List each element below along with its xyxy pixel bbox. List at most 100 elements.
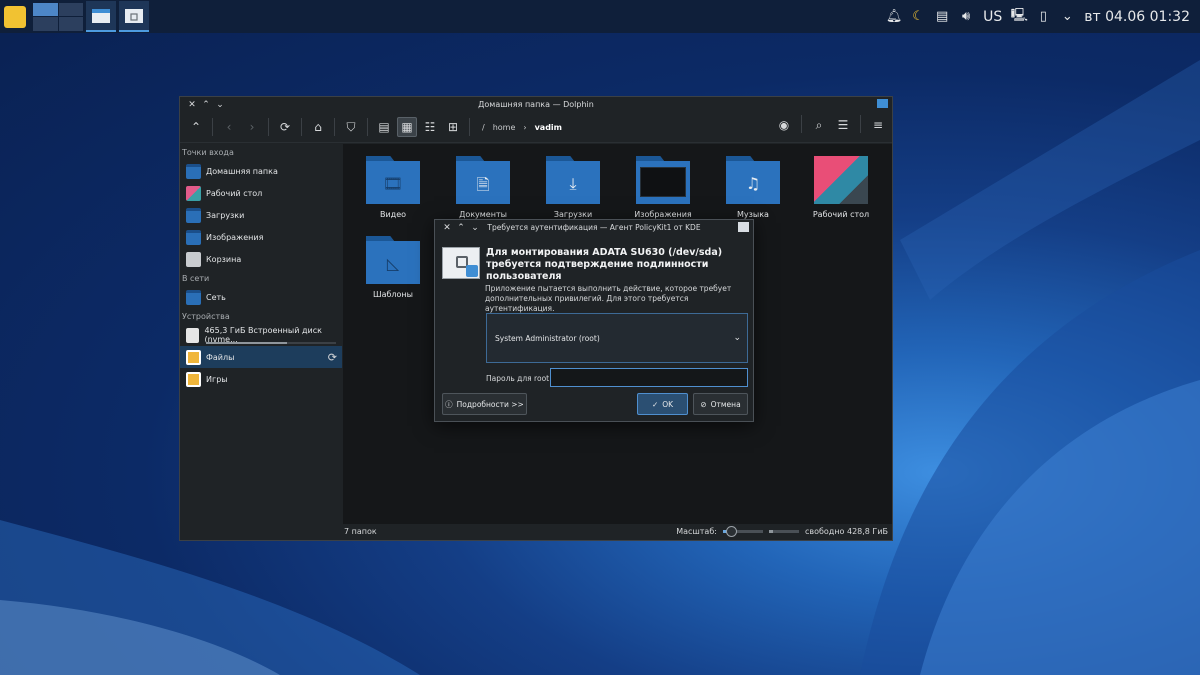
- info-icon: ⓘ: [445, 399, 453, 409]
- sidebar-item-label: Рабочий стол: [206, 188, 263, 198]
- sidebar-item-desktop[interactable]: Рабочий стол: [180, 182, 342, 204]
- sidebar-item-home[interactable]: Домашняя папка: [180, 160, 342, 182]
- task-dolphin[interactable]: [86, 1, 116, 32]
- toolbar-separator: [301, 118, 302, 136]
- removable-drive-icon: [186, 371, 201, 387]
- folder-window-icon: [92, 8, 110, 23]
- sidebar-item-games[interactable]: Игры: [180, 368, 342, 390]
- sidebar-item-label: Корзина: [206, 254, 242, 264]
- back-icon[interactable]: ‹: [219, 117, 239, 137]
- chevron-down-icon[interactable]: ⌄: [1060, 9, 1074, 24]
- network-icon[interactable]: 🖳: [1011, 8, 1028, 24]
- sidebar-item-downloads[interactable]: Загрузки: [180, 204, 342, 226]
- lock-icon: [442, 247, 480, 279]
- cancel-icon: ⊘: [700, 399, 707, 409]
- file-item-music[interactable]: ♫ Музыка: [713, 156, 793, 219]
- icons-view-icon[interactable]: ▦: [397, 117, 417, 137]
- toolbar-separator: [212, 118, 213, 136]
- desktop-2[interactable]: [58, 2, 83, 16]
- desktop-1[interactable]: [33, 2, 58, 16]
- details-button-label: Подробности >>: [456, 399, 524, 409]
- user-select[interactable]: System Administrator (root) ⌄: [486, 313, 748, 363]
- sidebar-item-label: Сеть: [206, 292, 226, 302]
- window-title: Домашняя папка — Dolphin: [478, 100, 594, 109]
- music-icon: ♫: [726, 156, 780, 204]
- file-item-templates[interactable]: ◺ Шаблоны: [353, 236, 433, 299]
- network-section-title: В сети: [182, 274, 210, 283]
- sidebar-item-nvme-disk[interactable]: 465,3 ГиБ Встроенный диск (nvme...: [180, 324, 342, 346]
- eye-icon[interactable]: ◉: [774, 115, 794, 135]
- app-launcher[interactable]: [0, 0, 30, 33]
- search-icon[interactable]: ⌕: [809, 115, 829, 135]
- toolbar-separator: [801, 115, 802, 133]
- places-section-title: Точки входа: [182, 148, 234, 157]
- filter-icon[interactable]: ☰: [833, 115, 853, 135]
- reload-icon[interactable]: ⟳: [275, 117, 295, 137]
- film-icon: 🎞︎: [366, 156, 420, 204]
- chevron-down-icon: ⌄: [733, 333, 741, 343]
- auth-dialog: ✕ ⌃ ⌄ Требуется аутентификация — Агент P…: [434, 219, 754, 422]
- toolbar-separator: [469, 118, 470, 136]
- sidebar-item-pictures[interactable]: Изображения: [180, 226, 342, 248]
- lock-window-icon: [125, 8, 143, 23]
- toolbar-separator: [334, 118, 335, 136]
- night-color-icon[interactable]: ☾: [911, 9, 925, 24]
- breadcrumb-current[interactable]: vadim: [535, 123, 562, 132]
- hamburger-menu-icon[interactable]: ≡: [868, 115, 888, 135]
- breadcrumb-root[interactable]: /: [482, 123, 485, 132]
- wallpaper-thumbnail: [814, 156, 868, 204]
- file-item-videos[interactable]: 🎞︎ Видео: [353, 156, 433, 219]
- policykit-app-icon: [738, 222, 749, 232]
- file-item-documents[interactable]: 🗎 Документы: [443, 156, 523, 219]
- details-view-icon[interactable]: ⊞: [443, 117, 463, 137]
- battery-icon[interactable]: ▯: [1036, 9, 1050, 24]
- virtual-desktop-pager[interactable]: [33, 2, 83, 31]
- dolphin-titlebar[interactable]: ✕ ⌃ ⌄ Домашняя папка — Dolphin: [180, 97, 892, 112]
- sidebar-item-trash[interactable]: Корзина: [180, 248, 342, 270]
- home-icon[interactable]: ⌂: [308, 117, 328, 137]
- file-item-pictures[interactable]: Изображения: [623, 156, 703, 219]
- file-item-downloads[interactable]: ⤓ Загрузки: [533, 156, 613, 219]
- cancel-button[interactable]: ⊘ Отмена: [693, 393, 748, 415]
- zoom-label: Масштаб:: [676, 526, 717, 536]
- dolphin-app-icon: [877, 99, 888, 108]
- breadcrumb-home[interactable]: home: [493, 123, 516, 132]
- sidebar-item-label: Загрузки: [206, 210, 245, 220]
- clipboard-icon[interactable]: ▤: [935, 9, 949, 24]
- keyboard-layout[interactable]: US: [983, 9, 1002, 25]
- sidebar-item-network[interactable]: Сеть: [180, 286, 342, 308]
- trash-icon: [186, 251, 201, 267]
- devices-section-title: Устройства: [182, 312, 230, 321]
- sidebar-item-label: Домашняя папка: [206, 166, 278, 176]
- zoom-slider[interactable]: [722, 525, 763, 537]
- auth-heading: Для монтирования ADATA SU630 (/dev/sda) …: [486, 247, 723, 282]
- places-panel: Точки входа Домашняя папка Рабочий стол …: [180, 144, 342, 524]
- volume-icon[interactable]: 🔊︎: [959, 9, 973, 24]
- disk-usage-bar: [206, 342, 336, 344]
- sidebar-item-files[interactable]: Файлы ⟳: [180, 346, 342, 368]
- compact-view-icon[interactable]: ☷: [420, 117, 440, 137]
- file-item-desktop[interactable]: Рабочий стол: [801, 156, 881, 219]
- up-icon[interactable]: ⌃: [186, 117, 206, 137]
- forward-icon[interactable]: ›: [242, 117, 262, 137]
- file-name: Документы: [459, 210, 507, 219]
- file-name: Загрузки: [553, 210, 593, 219]
- ok-button[interactable]: ✓ OK: [637, 393, 688, 415]
- details-button[interactable]: ⓘ Подробности >>: [442, 393, 527, 415]
- task-auth-dialog[interactable]: [119, 1, 149, 32]
- bookmark-icon[interactable]: ⛉: [341, 117, 361, 137]
- auth-dialog-titlebar[interactable]: ✕ ⌃ ⌄ Требуется аутентификация — Агент P…: [435, 220, 753, 235]
- removable-drive-icon: [186, 349, 201, 365]
- busy-spinner-icon: ⟳: [327, 350, 337, 364]
- zoom-slider-handle[interactable]: [725, 525, 737, 537]
- panel-icon[interactable]: ▤: [374, 117, 394, 137]
- desktop-4[interactable]: [58, 17, 83, 31]
- auth-dialog-title: Требуется аутентификация — Агент PolicyK…: [487, 223, 701, 232]
- desktop-3[interactable]: [33, 17, 58, 31]
- user-select-value: System Administrator (root): [495, 333, 600, 343]
- clock[interactable]: вт 04.06 01:32: [1084, 9, 1190, 25]
- file-name: Музыка: [737, 210, 769, 219]
- toolbar-right: ◉ ⌕ ☰ ≡: [774, 115, 888, 135]
- bell-icon[interactable]: 🔔︎: [886, 9, 903, 24]
- password-input[interactable]: [550, 368, 748, 387]
